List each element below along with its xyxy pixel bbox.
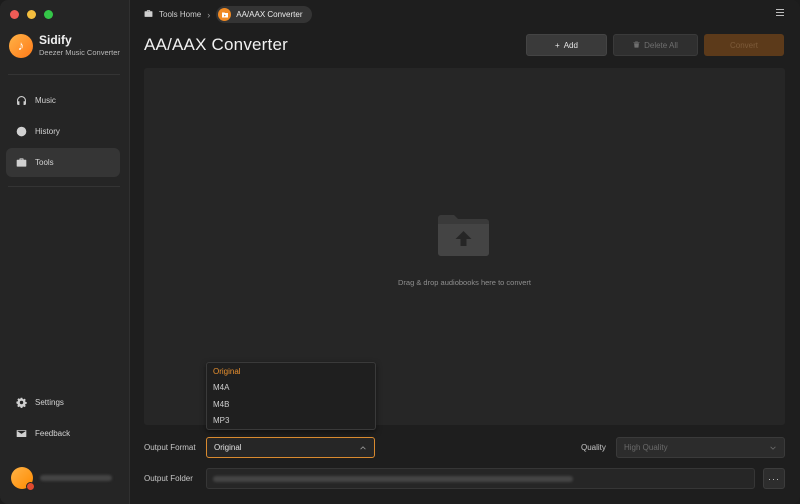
output-folder-input[interactable] [206,468,755,489]
convert-button[interactable]: Convert [704,34,784,56]
sidebar-item-tools[interactable]: Tools [6,148,120,177]
sidebar-item-label: Tools [35,158,54,167]
brand: ♪ Sidify Deezer Music Converter [9,33,120,58]
audiobook-icon [218,8,232,21]
sidebar: ♪ Sidify Deezer Music Converter Music Hi… [0,0,130,504]
format-option-m4b[interactable]: M4B [207,396,375,413]
page-title: AA/AAX Converter [144,35,288,54]
output-folder-label: Output Folder [144,474,193,483]
output-format-menu: Original M4A M4B MP3 [206,362,376,430]
sidebar-divider [8,186,120,187]
output-format-select[interactable]: Original [206,437,375,458]
sidify-logo-icon: ♪ [9,33,33,58]
sidebar-item-history[interactable]: History [6,117,120,146]
notification-badge-icon [26,482,35,491]
sidebar-item-label: Feedback [35,429,71,438]
add-button[interactable]: + Add [526,34,607,56]
chevron-down-icon [770,446,776,450]
output-format-value: Original [214,443,242,452]
quality-value: High Quality [624,443,668,452]
sidebar-item-music[interactable]: Music [6,86,120,115]
breadcrumb-current-label: AA/AAX Converter [236,10,303,19]
zoom-window-button[interactable] [44,10,53,19]
mail-icon [16,428,27,439]
toolbox-icon [144,9,153,20]
top-bar: Tools Home › AA/AAX Converter [130,0,800,28]
breadcrumb-current: AA/AAX Converter [216,6,312,23]
upload-folder-icon [438,215,489,256]
toolbox-icon [16,157,27,168]
avatar [11,467,35,491]
breadcrumb: Tools Home › AA/AAX Converter [144,6,312,23]
sidebar-item-settings[interactable]: Settings [6,388,120,417]
minimize-window-button[interactable] [27,10,36,19]
gear-icon [16,397,27,408]
headphones-icon [16,95,27,106]
trash-icon [633,40,640,50]
sidebar-item-feedback[interactable]: Feedback [6,419,120,448]
sidebar-item-label: Music [35,96,56,105]
breadcrumb-home-link[interactable]: Tools Home [159,10,201,19]
format-option-original[interactable]: Original [207,363,375,380]
brand-name: Sidify [39,33,72,47]
clock-icon [16,126,27,137]
browse-folder-button[interactable]: ··· [763,468,785,489]
chevron-right-icon: › [207,9,211,20]
plus-icon: + [555,40,560,50]
sidebar-item-label: Settings [35,398,64,407]
output-folder-path-redacted [213,476,573,482]
app-window: ♪ Sidify Deezer Music Converter Music Hi… [0,0,800,504]
sidebar-divider [8,74,120,75]
sidebar-item-label: History [35,127,60,136]
format-option-m4a[interactable]: M4A [207,380,375,397]
delete-all-button-label: Delete All [644,40,678,50]
output-format-label: Output Format [144,443,196,452]
chevron-up-icon [360,446,366,450]
drop-zone-hint: Drag & drop audiobooks here to convert [398,278,531,287]
user-name-redacted [40,475,112,481]
quality-select[interactable]: High Quality [616,437,785,458]
format-option-mp3[interactable]: MP3 [207,413,375,430]
close-window-button[interactable] [10,10,19,19]
menu-icon[interactable] [776,9,784,18]
user-account[interactable] [11,467,112,491]
add-button-label: Add [563,40,578,50]
brand-subtitle: Deezer Music Converter [39,48,120,57]
window-controls [10,10,53,19]
delete-all-button[interactable]: Delete All [613,34,698,56]
quality-label: Quality [581,443,606,452]
